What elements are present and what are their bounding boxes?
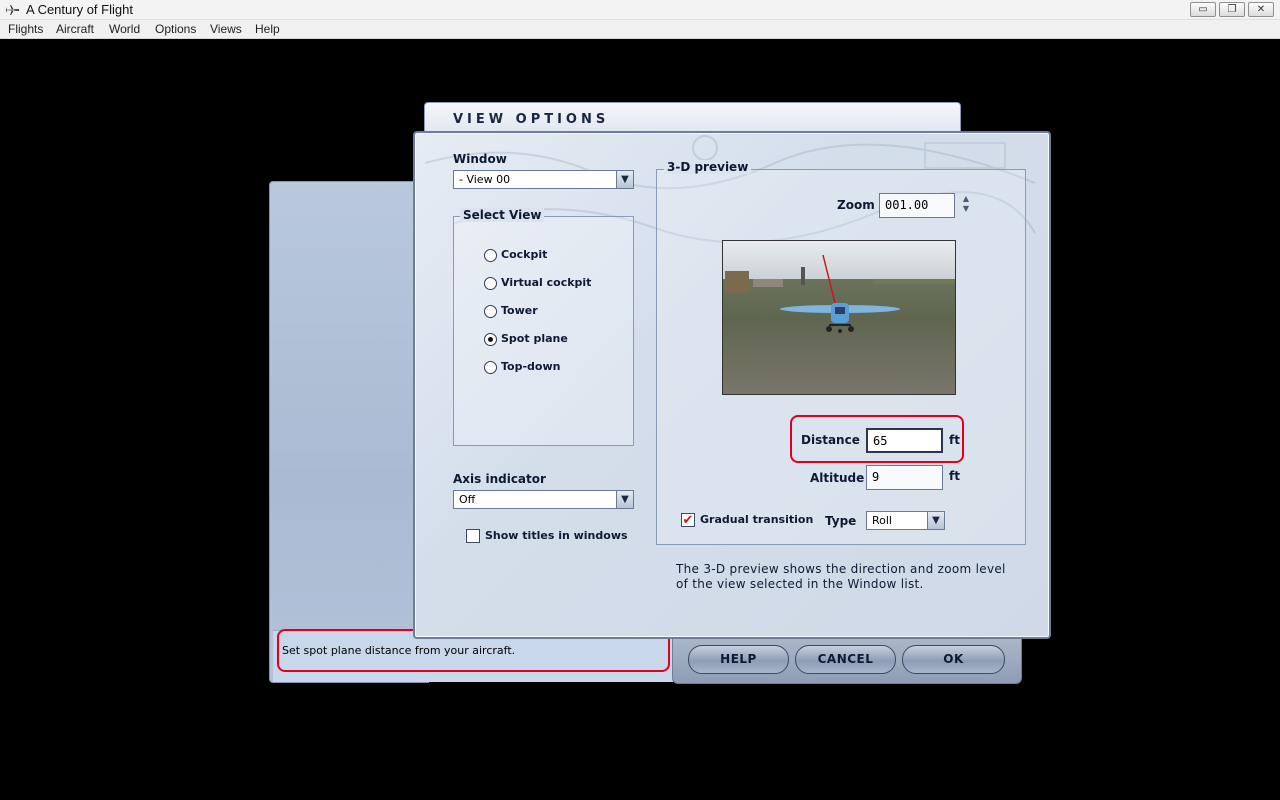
help-button[interactable]: HELP [688,645,789,674]
radio-tower-label[interactable]: Tower [501,304,538,317]
preview-label: 3-D preview [664,160,752,174]
close-button[interactable]: ✕ [1248,2,1274,17]
axis-indicator-dropdown[interactable]: Off ▼ [453,490,634,509]
spin-down-icon[interactable]: ▼ [959,204,973,214]
distance-highlight [790,415,964,463]
left-side-panel [269,181,429,683]
minimize-icon: ▭ [1198,4,1208,15]
show-titles-checkbox[interactable] [466,529,480,543]
title-bar: A Century of Flight ▭ ❐ ✕ [0,0,1280,20]
zoom-spinner[interactable]: ▲ ▼ [959,194,973,216]
menu-help[interactable]: Help [255,22,280,36]
show-titles-label[interactable]: Show titles in windows [485,529,628,542]
select-view-label: Select View [460,208,545,222]
minimize-button[interactable]: ▭ [1190,2,1216,17]
ok-button[interactable]: OK [902,645,1005,674]
cancel-button[interactable]: CANCEL [795,645,896,674]
check-icon: ✔ [682,512,694,527]
dialog-title: VIEW OPTIONS [453,112,610,127]
radio-top-down[interactable] [484,361,497,374]
zoom-label: Zoom [837,198,875,212]
radio-cockpit[interactable] [484,249,497,262]
radio-cockpit-label[interactable]: Cockpit [501,248,547,261]
radio-spot-plane-label[interactable]: Spot plane [501,332,568,345]
chevron-down-icon: ▼ [616,491,633,508]
menu-aircraft[interactable]: Aircraft [56,22,94,36]
spin-up-icon[interactable]: ▲ [959,194,973,204]
window-title: A Century of Flight [26,2,133,17]
restore-button[interactable]: ❐ [1219,2,1245,17]
radio-virtual-cockpit[interactable] [484,277,497,290]
radio-top-down-label[interactable]: Top-down [501,360,560,373]
type-label: Type [825,514,857,528]
preview-description: The 3-D preview shows the direction and … [676,562,1006,591]
chevron-down-icon: ▼ [927,512,944,529]
preview-image [722,240,956,395]
radio-tower[interactable] [484,305,497,318]
window-value: - View 00 [459,173,511,186]
gradual-transition-checkbox[interactable]: ✔ [681,513,695,527]
altitude-unit: ft [949,469,960,483]
window-label: Window [453,152,507,166]
chevron-down-icon: ▼ [616,171,633,188]
type-value: Roll [872,514,892,527]
close-icon: ✕ [1256,4,1266,15]
window-dropdown[interactable]: - View 00 ▼ [453,170,634,189]
menu-views[interactable]: Views [210,22,242,36]
menu-world[interactable]: World [109,22,140,36]
menu-flights[interactable]: Flights [8,22,43,36]
restore-icon: ❐ [1227,4,1237,15]
menu-options[interactable]: Options [155,22,196,36]
preview-scene [723,241,955,394]
radio-virtual-cockpit-label[interactable]: Virtual cockpit [501,276,591,289]
airplane-icon [5,5,19,15]
menu-bar: Flights Aircraft World Options Views Hel… [0,20,1280,39]
axis-indicator-value: Off [459,493,476,506]
axis-indicator-label: Axis indicator [453,472,546,486]
radio-spot-plane[interactable] [484,333,497,346]
altitude-input[interactable]: 9 [866,465,943,490]
type-dropdown[interactable]: Roll ▼ [866,511,945,530]
gradual-transition-label[interactable]: Gradual transition [700,513,813,526]
altitude-label: Altitude [810,471,865,485]
zoom-input[interactable]: 001.00 [879,193,955,218]
